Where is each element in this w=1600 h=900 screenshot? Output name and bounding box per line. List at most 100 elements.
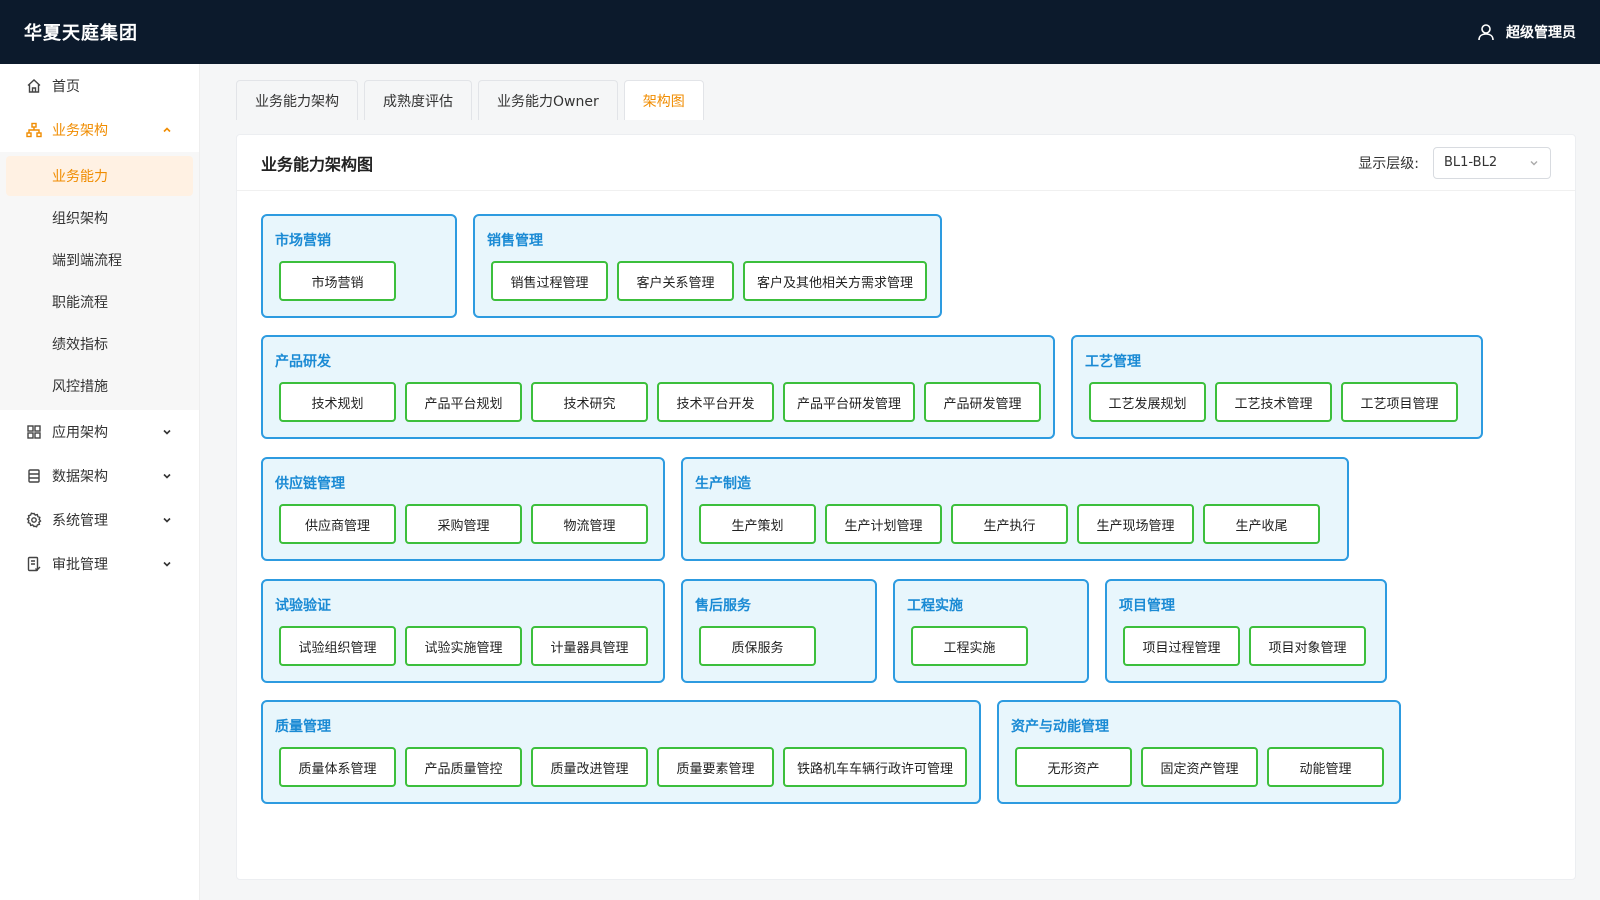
domain-title: 供应链管理 <box>275 476 345 492</box>
domain-title: 销售管理 <box>487 233 543 249</box>
domain-box: 质量管理 质量体系管理 产品质量管控 质量改进管理 质量要素管理 铁路机车车辆行… <box>261 700 981 804</box>
sidebar-item-system-management[interactable]: 系统管理 <box>0 498 199 542</box>
tab-maturity-assessment[interactable]: 成熟度评估 <box>364 80 472 120</box>
domain-title: 市场营销 <box>275 233 331 249</box>
domain-title: 工程实施 <box>907 598 963 614</box>
domain-title: 生产制造 <box>695 476 751 492</box>
capability-box[interactable]: 生产计划管理 <box>825 504 942 544</box>
domain-title: 资产与动能管理 <box>1011 719 1109 735</box>
domain-title: 试验验证 <box>275 598 331 614</box>
sidebar-item-label: 系统管理 <box>52 513 108 529</box>
grid-icon <box>26 424 42 440</box>
capability-box[interactable]: 项目过程管理 <box>1123 626 1240 666</box>
tab-architecture-diagram[interactable]: 架构图 <box>623 80 704 120</box>
level-select-value: BL1-BL2 <box>1444 155 1498 170</box>
sidebar-item-label: 审批管理 <box>52 557 108 573</box>
capability-box[interactable]: 生产执行 <box>951 504 1068 544</box>
sidebar-subitem-risk-control[interactable]: 风控措施 <box>6 366 193 406</box>
capability-box[interactable]: 质量改进管理 <box>531 747 648 787</box>
sidebar-item-label: 应用架构 <box>52 425 108 441</box>
org-icon <box>26 122 42 138</box>
capability-box[interactable]: 质量体系管理 <box>279 747 396 787</box>
capability-box[interactable]: 客户及其他相关方需求管理 <box>743 261 928 301</box>
sidebar-item-label: 数据架构 <box>52 469 108 485</box>
tab-capability-owner[interactable]: 业务能力Owner <box>478 80 618 120</box>
capability-box[interactable]: 工艺发展规划 <box>1089 382 1206 422</box>
sidebar-item-home[interactable]: 首页 <box>0 64 199 108</box>
capability-box[interactable]: 技术平台开发 <box>657 382 774 422</box>
domain-box: 生产制造 生产策划 生产计划管理 生产执行 生产现场管理 生产收尾 <box>681 457 1349 561</box>
domain-box: 工艺管理 工艺发展规划 工艺技术管理 工艺项目管理 <box>1071 335 1483 439</box>
capability-diagram: 市场营销 市场营销 销售管理 销售过程管理 客户关系管理 客户及其他相关方需求管… <box>237 192 1575 878</box>
capability-box[interactable]: 产品平台研发管理 <box>783 382 916 422</box>
capability-box[interactable]: 供应商管理 <box>279 504 396 544</box>
capability-box[interactable]: 固定资产管理 <box>1141 747 1258 787</box>
capability-box[interactable]: 生产收尾 <box>1203 504 1320 544</box>
capability-box[interactable]: 质保服务 <box>699 626 816 666</box>
tab-business-capability-architecture[interactable]: 业务能力架构 <box>236 80 358 120</box>
sidebar: 首页 业务架构 业务能力 组织架构 端到端流程 职能流程 绩效指标 风控措施 应… <box>0 64 200 900</box>
capability-box[interactable]: 生产策划 <box>699 504 816 544</box>
capability-box[interactable]: 销售过程管理 <box>491 261 608 301</box>
capability-box[interactable]: 技术研究 <box>531 382 648 422</box>
sidebar-subitem-functional-process[interactable]: 职能流程 <box>6 282 193 322</box>
capability-box[interactable]: 客户关系管理 <box>617 261 734 301</box>
domain-box: 供应链管理 供应商管理 采购管理 物流管理 <box>261 457 665 561</box>
gear-icon <box>26 512 42 528</box>
level-filter: 显示层级: BL1-BL2 <box>1358 146 1551 179</box>
home-icon <box>26 78 42 94</box>
capability-box[interactable]: 产品平台规划 <box>405 382 522 422</box>
domain-box: 市场营销 市场营销 <box>261 214 457 318</box>
approval-icon <box>26 556 42 572</box>
capability-box[interactable]: 试验组织管理 <box>279 626 396 666</box>
chevron-down-icon <box>161 558 173 570</box>
user-name: 超级管理员 <box>1506 25 1576 41</box>
sidebar-item-application-architecture[interactable]: 应用架构 <box>0 410 199 454</box>
capability-box[interactable]: 生产现场管理 <box>1077 504 1194 544</box>
capability-box[interactable]: 产品研发管理 <box>924 382 1042 422</box>
capability-box[interactable]: 质量要素管理 <box>657 747 774 787</box>
domain-box: 试验验证 试验组织管理 试验实施管理 计量器具管理 <box>261 579 665 683</box>
capability-box[interactable]: 计量器具管理 <box>531 626 648 666</box>
sidebar-item-business-architecture[interactable]: 业务架构 <box>0 108 199 152</box>
sidebar-subitem-e2e-process[interactable]: 端到端流程 <box>6 240 193 280</box>
chevron-up-icon <box>161 124 173 136</box>
capability-box[interactable]: 试验实施管理 <box>405 626 522 666</box>
chevron-down-icon <box>161 470 173 482</box>
capability-box[interactable]: 工程实施 <box>911 626 1028 666</box>
domain-box: 项目管理 项目过程管理 项目对象管理 <box>1105 579 1387 683</box>
sidebar-item-label: 首页 <box>52 79 80 95</box>
main-content: 业务能力架构 成熟度评估 业务能力Owner 架构图 业务能力架构图 显示层级:… <box>200 64 1600 900</box>
capability-box[interactable]: 项目对象管理 <box>1249 626 1366 666</box>
level-label: 显示层级: <box>1358 155 1419 172</box>
database-icon <box>26 468 42 484</box>
capability-box[interactable]: 动能管理 <box>1267 747 1384 787</box>
top-header: 华夏天庭集团 超级管理员 <box>0 0 1600 64</box>
sidebar-item-data-architecture[interactable]: 数据架构 <box>0 454 199 498</box>
sidebar-subitem-business-capability[interactable]: 业务能力 <box>6 156 193 196</box>
business-architecture-submenu: 业务能力 组织架构 端到端流程 职能流程 绩效指标 风控措施 <box>0 152 199 410</box>
capability-box[interactable]: 无形资产 <box>1015 747 1132 787</box>
domain-title: 项目管理 <box>1119 598 1175 614</box>
capability-box[interactable]: 物流管理 <box>531 504 648 544</box>
user-icon <box>1476 22 1496 42</box>
capability-box[interactable]: 技术规划 <box>279 382 396 422</box>
capability-box[interactable]: 产品质量管控 <box>405 747 522 787</box>
sidebar-subitem-kpi[interactable]: 绩效指标 <box>6 324 193 364</box>
capability-box[interactable]: 市场营销 <box>279 261 396 301</box>
capability-box[interactable]: 工艺技术管理 <box>1215 382 1332 422</box>
diagram-panel: 业务能力架构图 显示层级: BL1-BL2 市场营销 市场营销 销售管理 销售过… <box>236 134 1576 880</box>
panel-title: 业务能力架构图 <box>261 154 374 174</box>
capability-box[interactable]: 铁路机车车辆行政许可管理 <box>783 747 968 787</box>
domain-title: 产品研发 <box>275 354 331 370</box>
sidebar-subitem-organization[interactable]: 组织架构 <box>6 198 193 238</box>
level-select[interactable]: BL1-BL2 <box>1433 146 1551 179</box>
sidebar-item-approval-management[interactable]: 审批管理 <box>0 542 199 586</box>
capability-box[interactable]: 工艺项目管理 <box>1341 382 1458 422</box>
capability-box[interactable]: 采购管理 <box>405 504 522 544</box>
sidebar-item-label: 业务架构 <box>52 123 108 139</box>
domain-title: 工艺管理 <box>1085 354 1141 370</box>
domain-box: 产品研发 技术规划 产品平台规划 技术研究 技术平台开发 产品平台研发管理 产品… <box>261 335 1055 439</box>
user-menu[interactable]: 超级管理员 <box>1476 22 1576 42</box>
domain-title: 售后服务 <box>695 598 751 614</box>
